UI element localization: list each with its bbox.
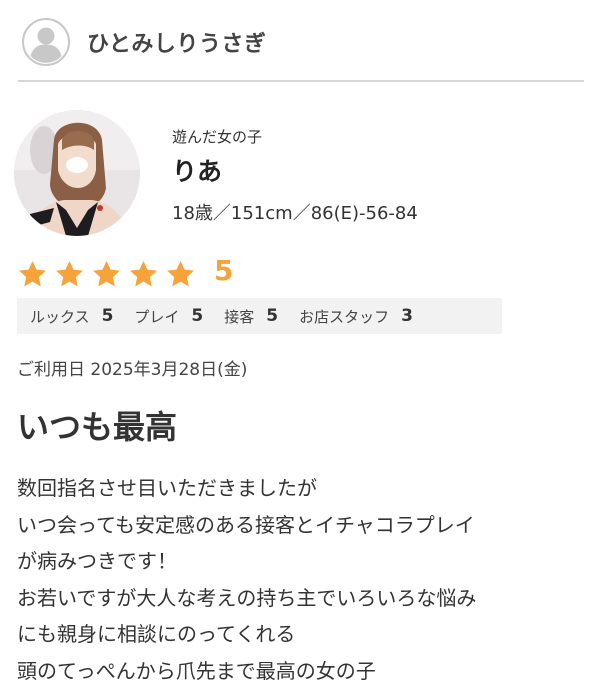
sub-rating-value: 5 — [266, 306, 279, 326]
user-avatar-icon[interactable] — [22, 18, 70, 66]
review-line: 頭のてっぺんから爪先まで最高の女の子 — [17, 658, 376, 683]
sub-rating-staff: お店スタッフ 3 — [299, 306, 413, 327]
sub-rating-label: ルックス — [30, 307, 90, 326]
sub-rating-label: お店スタッフ — [299, 307, 390, 326]
star-icon — [165, 259, 196, 290]
review-line: 数回指名させ目いただきましたが — [17, 476, 317, 500]
sub-rating-label: プレイ — [134, 307, 180, 326]
sub-rating-looks: ルックス 5 — [30, 306, 113, 327]
review-line: いつ会っても安定感のある接客とイチャコラプレイ — [17, 512, 475, 537]
visit-date: ご利用日 2025年3月28日(金) — [17, 360, 248, 380]
overall-score: 5 — [214, 254, 234, 287]
sub-rating-value: 5 — [191, 306, 204, 326]
girl-photo[interactable] — [14, 110, 140, 236]
star-icon — [54, 259, 85, 290]
review-line: お若いですが大人な考えの持ち主でいろいろな悩み — [17, 585, 477, 610]
review-title: いつも最高 — [17, 408, 178, 446]
review-line: が病みつきです！ — [17, 549, 177, 573]
sub-rating-label: 接客 — [224, 307, 255, 326]
sub-rating-service: 接客 5 — [224, 306, 278, 327]
sub-rating-play: プレイ 5 — [134, 306, 203, 327]
star-rating — [17, 258, 202, 290]
sub-rating-value: 5 — [101, 306, 114, 326]
header-divider — [18, 80, 584, 82]
sub-rating-value: 3 — [401, 306, 413, 326]
review-line: にも親身に相談にのってくれる — [17, 622, 296, 646]
reviewer-name[interactable]: ひとみしりうさぎ — [87, 26, 266, 58]
reviewer-header: ひとみしりうさぎ — [0, 0, 600, 82]
girl-label: 遊んだ女の子 — [172, 128, 263, 146]
girl-stats: 18歳／151cm／86(E)-56-84 — [172, 203, 418, 224]
review-body: 数回指名させ目いただきましたが いつ会っても安定感のある接客とイチャコラプレイ … — [17, 470, 592, 689]
girl-name[interactable]: りあ — [172, 152, 222, 188]
sub-ratings: ルックス 5 プレイ 5 接客 5 お店スタッフ 3 — [17, 298, 502, 334]
star-icon — [17, 259, 48, 290]
star-icon — [91, 259, 122, 290]
star-icon — [128, 259, 159, 290]
